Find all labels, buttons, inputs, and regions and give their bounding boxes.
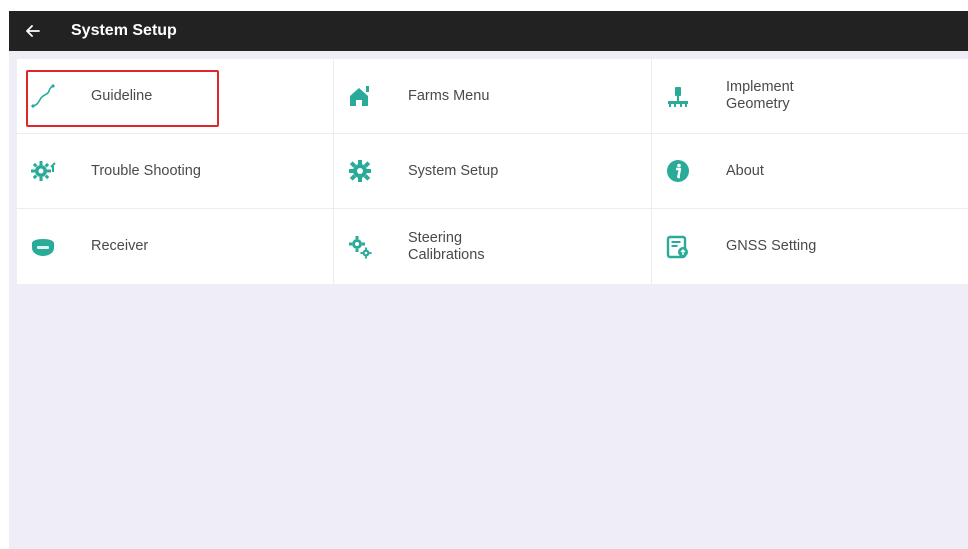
menu-item-label: Steering Calibrations — [408, 229, 485, 263]
menu-item-implement-geometry[interactable]: Implement Geometry — [652, 59, 968, 134]
menu-item-label: Implement Geometry — [726, 79, 794, 112]
menu-item-label: Farms Menu — [408, 87, 490, 104]
gears-icon — [347, 234, 373, 260]
receiver-icon — [30, 234, 56, 260]
menu-item-trouble-shooting[interactable]: Trouble Shooting — [17, 134, 334, 209]
gnss-setting-icon — [665, 234, 691, 260]
page-title: System Setup — [71, 22, 177, 39]
gear-wrench-icon — [30, 158, 56, 184]
menu-item-label: System Setup — [408, 162, 499, 179]
farm-house-icon — [347, 83, 373, 109]
implement-icon — [665, 83, 691, 109]
menu-item-system-setup[interactable]: System Setup — [334, 134, 652, 209]
back-button[interactable] — [9, 11, 57, 51]
gear-icon — [347, 158, 373, 184]
menu-item-label: GNSS Setting — [726, 238, 817, 254]
menu-item-gnss-setting[interactable]: GNSS Setting — [652, 209, 968, 284]
menu-item-receiver[interactable]: Receiver — [17, 209, 334, 284]
menu-item-label: Guideline — [91, 87, 153, 104]
setup-menu-grid: Guideline Farms Menu Implement Geometry … — [17, 59, 968, 284]
arrow-left-icon — [26, 25, 40, 37]
guideline-curve-icon — [30, 83, 56, 109]
menu-item-farms-menu[interactable]: Farms Menu — [334, 59, 652, 134]
app-window: System Setup Guideline Farms Menu Implem… — [9, 11, 968, 549]
top-bar: System Setup — [9, 11, 968, 51]
menu-item-label: About — [726, 162, 764, 179]
menu-item-guideline[interactable]: Guideline — [17, 59, 334, 134]
menu-item-label: Receiver — [91, 238, 149, 254]
menu-item-label: Trouble Shooting — [91, 162, 201, 179]
menu-item-about[interactable]: About — [652, 134, 968, 209]
menu-item-steering-calibrations[interactable]: Steering Calibrations — [334, 209, 652, 284]
info-icon — [665, 158, 691, 184]
